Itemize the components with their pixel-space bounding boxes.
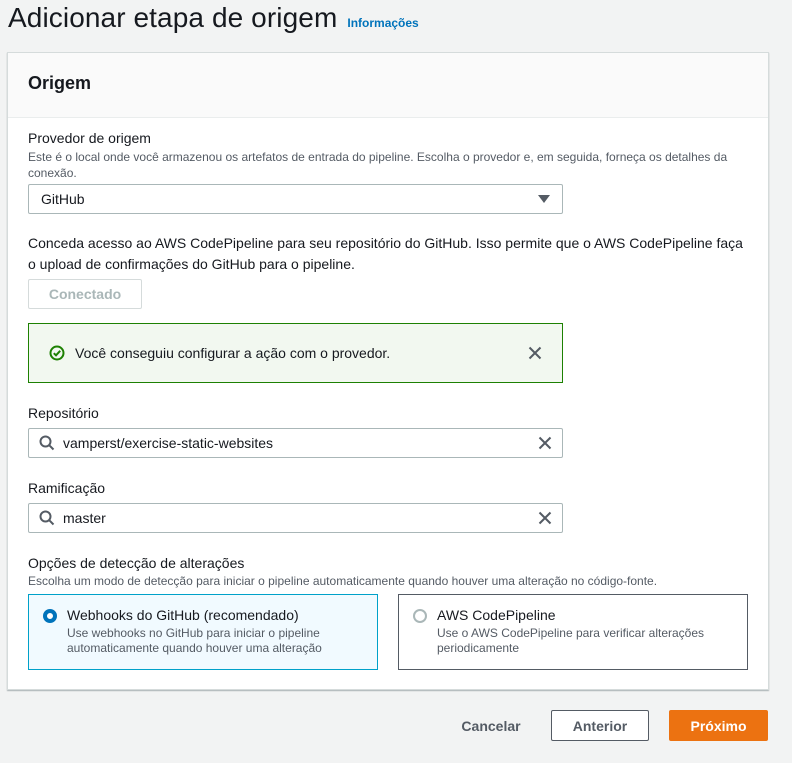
source-provider-selected: GitHub [41,191,85,207]
connected-button[interactable]: Conectado [28,279,142,309]
info-link[interactable]: Informações [347,16,418,30]
repository-value: vamperst/exercise-static-websites [63,435,274,451]
cancel-button[interactable]: Cancelar [445,710,537,741]
success-alert: Você conseguiu configurar a ação com o p… [28,323,563,383]
radio-codepipeline[interactable] [413,609,427,623]
branch-label: Ramificação [28,480,106,496]
option-codepipeline-desc-line2: periodicamente [437,641,520,655]
search-icon [39,510,55,526]
option-webhooks-body: Webhooks do GitHub (recomendado) Use web… [67,607,322,669]
next-button[interactable]: Próximo [669,710,768,741]
container-header: Origem [8,53,768,118]
repository-label: Repositório [28,405,99,421]
radio-webhooks[interactable] [43,609,57,623]
page-title: Adicionar etapa de origem [8,2,338,33]
branch-input[interactable]: master [28,503,563,533]
clear-icon[interactable] [538,511,552,525]
previous-button[interactable]: Anterior [551,710,649,741]
option-webhooks-title: Webhooks do GitHub (recomendado) [67,607,299,623]
grant-access-text: Conceda acesso ao AWS CodePipeline para … [28,233,748,275]
option-webhooks-tile[interactable]: Webhooks do GitHub (recomendado) Use web… [28,594,378,670]
caret-down-icon [538,195,550,203]
source-provider-label: Provedor de origem [28,130,151,146]
source-provider-description: Este é o local onde você armazenou os ar… [28,149,758,181]
change-detection-description: Escolha um modo de detecção para iniciar… [28,574,658,588]
source-provider-select[interactable]: GitHub [28,184,563,214]
repository-input[interactable]: vamperst/exercise-static-websites [28,428,563,458]
alert-message: Você conseguiu configurar a ação com o p… [75,345,391,361]
option-codepipeline-desc-line1: Use o AWS CodePipeline para verificar al… [437,626,705,640]
grant-access-line2: o upload de confirmações do GitHub para … [28,256,355,272]
option-webhooks-desc-line2: automaticamente quando houver uma altera… [67,641,322,655]
search-icon [39,435,55,451]
check-circle-icon [49,345,65,361]
grant-access-line1: Conceda acesso ao AWS CodePipeline para … [28,235,743,251]
source-provider-description-line1: Este é o local onde você armazenou os ar… [28,150,728,164]
branch-value: master [63,510,106,526]
change-detection-label: Opções de detecção de alterações [28,555,245,571]
page-header: Adicionar etapa de origem Informações [8,2,419,34]
section-title: Origem [28,73,92,93]
option-codepipeline-tile[interactable]: AWS CodePipeline Use o AWS CodePipeline … [398,594,748,670]
source-stage-container: Origem Provedor de origem Este é o local… [7,52,769,690]
option-codepipeline-title: AWS CodePipeline [437,607,556,623]
option-webhooks-desc-line1: Use webhooks no GitHub para iniciar o pi… [67,626,320,640]
source-provider-description-line2: conexão. [28,166,77,180]
clear-icon[interactable] [538,436,552,450]
close-icon[interactable] [528,346,542,360]
option-codepipeline-body: AWS CodePipeline Use o AWS CodePipeline … [437,607,704,669]
